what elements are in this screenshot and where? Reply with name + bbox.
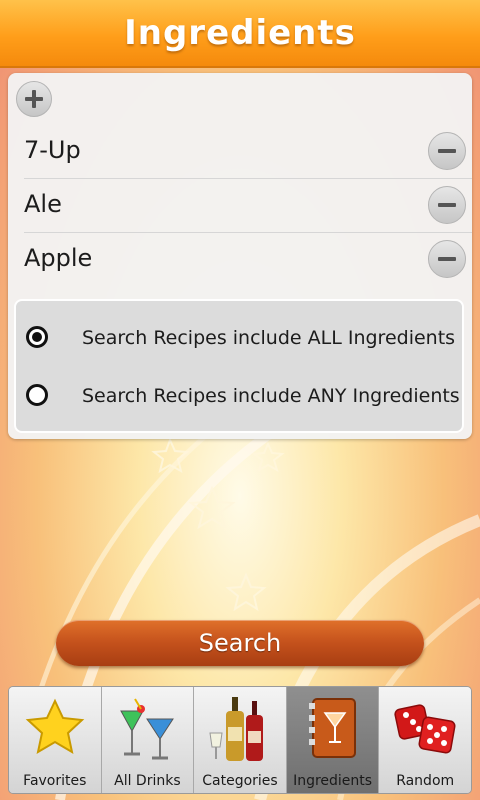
tab-label: Categories bbox=[202, 773, 278, 789]
tab-ingredients[interactable]: Ingredients bbox=[286, 687, 380, 793]
search-mode-any-label: Search Recipes include ANY Ingredients bbox=[82, 385, 460, 407]
minus-icon bbox=[438, 203, 456, 207]
ingredients-panel: 7-Up Ale Apple Search Recipes include AL… bbox=[8, 73, 472, 439]
minus-icon bbox=[438, 149, 456, 153]
title-bar: Ingredients bbox=[0, 0, 480, 68]
search-mode-all-label: Search Recipes include ALL Ingredients bbox=[82, 327, 456, 349]
tab-label: Ingredients bbox=[293, 773, 373, 789]
tab-categories[interactable]: Categories bbox=[194, 687, 287, 793]
tab-label: Random bbox=[396, 773, 455, 789]
ingredient-name: 7-Up bbox=[24, 136, 81, 164]
ingredient-name: Ale bbox=[24, 190, 62, 218]
ingredient-name: Apple bbox=[24, 244, 93, 272]
recipe-book-icon bbox=[308, 698, 356, 758]
search-mode-all-option[interactable]: Search Recipes include ALL Ingredients bbox=[16, 310, 462, 368]
page-title: Ingredients bbox=[124, 13, 356, 53]
tab-random[interactable]: Random bbox=[379, 687, 471, 793]
radio-unselected-icon[interactable] bbox=[26, 384, 48, 406]
remove-ingredient-button[interactable] bbox=[428, 132, 466, 170]
search-button-label: Search bbox=[198, 629, 282, 657]
minus-icon bbox=[438, 257, 456, 261]
remove-ingredient-button[interactable] bbox=[428, 186, 466, 224]
ingredient-row: Apple bbox=[24, 232, 472, 286]
tab-label: Favorites bbox=[23, 773, 87, 789]
bottom-tab-bar: Favorites All Drinks Categories Ingredie… bbox=[8, 686, 472, 794]
tab-favorites[interactable]: Favorites bbox=[9, 687, 102, 793]
search-button[interactable]: Search bbox=[56, 620, 424, 666]
ingredient-row: Ale bbox=[24, 178, 472, 233]
ingredient-row: 7-Up bbox=[24, 124, 472, 179]
radio-selected-icon[interactable] bbox=[26, 326, 48, 348]
star-icon bbox=[25, 698, 85, 755]
search-mode-group: Search Recipes include ALL Ingredients S… bbox=[14, 299, 464, 433]
dice-icon bbox=[394, 704, 456, 754]
remove-ingredient-button[interactable] bbox=[428, 240, 466, 278]
tab-label: All Drinks bbox=[114, 773, 181, 789]
bottles-icon bbox=[209, 697, 263, 761]
add-ingredient-button[interactable] bbox=[16, 81, 52, 117]
tab-all-drinks[interactable]: All Drinks bbox=[101, 687, 195, 793]
cocktail-glasses-icon bbox=[120, 698, 175, 760]
search-mode-any-option[interactable]: Search Recipes include ANY Ingredients bbox=[16, 368, 462, 426]
